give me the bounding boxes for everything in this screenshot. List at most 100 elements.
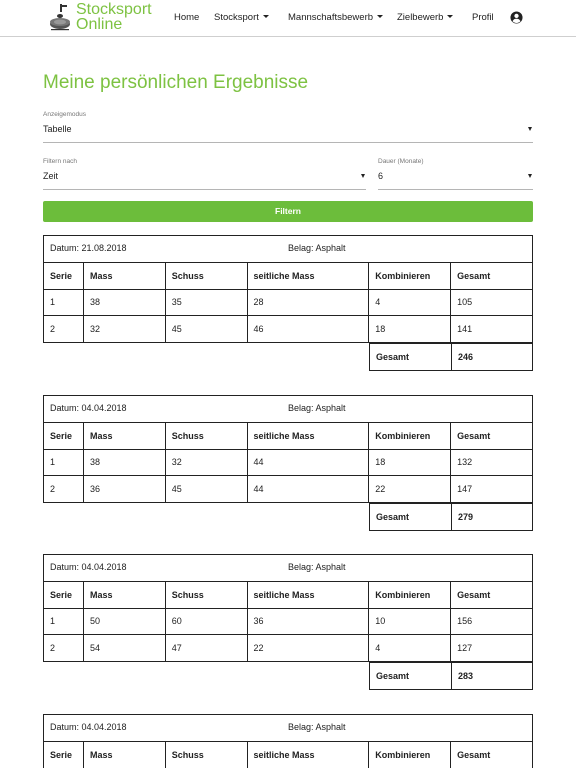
column-header: seitliche Mass [246, 262, 370, 290]
table-cell: 38 [82, 288, 166, 316]
table-cell: 1 [43, 288, 84, 316]
table-cell: 38 [82, 448, 166, 476]
table-cell: 36 [246, 607, 370, 635]
display-mode-value: Tabelle [43, 124, 72, 134]
table-header-row: Serie Mass Schuss seitliche Mass Kombinieren… [43, 422, 533, 450]
column-header: seitliche Mass [246, 581, 370, 609]
table-cell: 132 [450, 448, 533, 476]
nav-home[interactable]: Home [174, 12, 199, 23]
chevron-down-icon [262, 15, 269, 18]
total-label: Gesamt [369, 661, 452, 690]
column-header: Schuss [164, 741, 248, 768]
nav-stocksport-dropdown[interactable]: Stocksport [214, 12, 269, 23]
chevron-down-icon [447, 15, 454, 18]
result-table: Serie Mass Schuss seitliche Mass Kombinieren… [43, 262, 533, 343]
table-cell: 22 [368, 475, 452, 503]
duration-months-select[interactable]: Dauer (Monate) 6 [378, 158, 533, 190]
column-header: Kombinieren [368, 262, 452, 290]
table-cell: 60 [164, 607, 248, 635]
table-cell: 2 [43, 315, 84, 343]
column-header: Gesamt [450, 262, 533, 290]
nav-profil-label: Profil [472, 12, 494, 23]
display-mode-select[interactable]: Anzeigemodus Tabelle [43, 111, 533, 143]
duration-months-value: 6 [378, 171, 384, 181]
result-date: Datum: 04.04.2018 [50, 403, 127, 413]
dropdown-arrow-icon [361, 174, 365, 178]
table-cell: 46 [246, 315, 370, 343]
column-header: Gesamt [450, 422, 533, 450]
page-title: Meine persönlichen Ergebnisse [43, 72, 309, 93]
table-cell: 4 [368, 634, 452, 662]
nav-zielbewerb-dropdown[interactable]: Zielbewerb [397, 12, 454, 23]
column-header: Kombinieren [368, 422, 452, 450]
column-header: Schuss [164, 422, 248, 450]
table-cell: 32 [164, 448, 248, 476]
filter-by-select[interactable]: Filtern nach Zeit [43, 158, 366, 190]
result-date: Datum: 04.04.2018 [50, 722, 127, 732]
column-header: Kombinieren [368, 741, 452, 768]
column-header: Mass [82, 741, 166, 768]
total-value: 283 [451, 661, 533, 690]
curling-stone-icon [50, 4, 70, 31]
logo-line-1: Stocksport [76, 1, 152, 18]
table-cell: 127 [450, 634, 533, 662]
table-cell: 35 [164, 288, 248, 316]
nav-profil[interactable]: Profil [472, 12, 494, 23]
result-date: Datum: 04.04.2018 [50, 562, 127, 572]
table-row: 1 50 60 36 10 156 [43, 607, 533, 635]
dropdown-arrow-icon [528, 127, 532, 131]
column-header: Schuss [164, 581, 248, 609]
table-cell: 2 [43, 634, 84, 662]
table-header-row: Serie Mass Schuss seitliche Mass Kombinieren… [43, 262, 533, 290]
column-header: Serie [43, 262, 84, 290]
table-cell: 18 [368, 448, 452, 476]
column-header: Serie [43, 581, 84, 609]
table-cell: 1 [43, 607, 84, 635]
total-value: 279 [451, 502, 533, 531]
column-header: Serie [43, 422, 84, 450]
filter-button[interactable]: Filtern [43, 201, 533, 222]
column-header: seitliche Mass [246, 422, 370, 450]
duration-months-label: Dauer (Monate) [378, 158, 424, 165]
table-cell: 105 [450, 288, 533, 316]
column-header: Gesamt [450, 741, 533, 768]
table-cell: 141 [450, 315, 533, 343]
user-account-icon[interactable] [510, 11, 523, 24]
table-row: 1 38 32 44 18 132 [43, 448, 533, 476]
table-row: 2 32 45 46 18 141 [43, 315, 533, 343]
result-total: Gesamt 246 [369, 342, 533, 371]
column-header: Kombinieren [368, 581, 452, 609]
result-surface: Belag: Asphalt [288, 243, 346, 253]
table-cell: 44 [246, 475, 370, 503]
nav-stocksport-label: Stocksport [214, 12, 259, 23]
total-value: 246 [451, 342, 533, 371]
logo-text: Stocksport Online [76, 1, 152, 33]
table-cell: 147 [450, 475, 533, 503]
site-logo[interactable]: Stocksport Online [48, 2, 163, 34]
table-cell: 32 [82, 315, 166, 343]
display-mode-label: Anzeigemodus [43, 111, 86, 118]
table-row: 2 54 47 22 4 127 [43, 634, 533, 662]
table-cell: 4 [368, 288, 452, 316]
result-table: Serie Mass Schuss seitliche Mass Kombinieren… [43, 422, 533, 503]
filter-by-value: Zeit [43, 171, 59, 181]
filter-by-label: Filtern nach [43, 158, 77, 165]
result-header: Datum: 04.04.2018 Belag: Asphalt [43, 395, 533, 423]
table-cell: 18 [368, 315, 452, 343]
table-cell: 50 [82, 607, 166, 635]
result-total: Gesamt 283 [369, 661, 533, 690]
nav-mannschaftsbewerb-label: Mannschaftsbewerb [288, 12, 374, 23]
table-cell: 54 [82, 634, 166, 662]
table-cell: 45 [164, 315, 248, 343]
table-cell: 1 [43, 448, 84, 476]
column-header: Mass [82, 422, 166, 450]
result-surface: Belag: Asphalt [288, 403, 346, 413]
total-label: Gesamt [369, 342, 452, 371]
table-row: 2 36 45 44 22 147 [43, 475, 533, 503]
nav-mannschaftsbewerb-dropdown[interactable]: Mannschaftsbewerb [288, 12, 384, 23]
result-header: Datum: 04.04.2018 Belag: Asphalt [43, 554, 533, 582]
table-cell: 2 [43, 475, 84, 503]
result-table: Serie Mass Schuss seitliche Mass Kombinieren… [43, 741, 533, 768]
column-header: Schuss [164, 262, 248, 290]
table-header-row: Serie Mass Schuss seitliche Mass Kombinieren… [43, 581, 533, 609]
